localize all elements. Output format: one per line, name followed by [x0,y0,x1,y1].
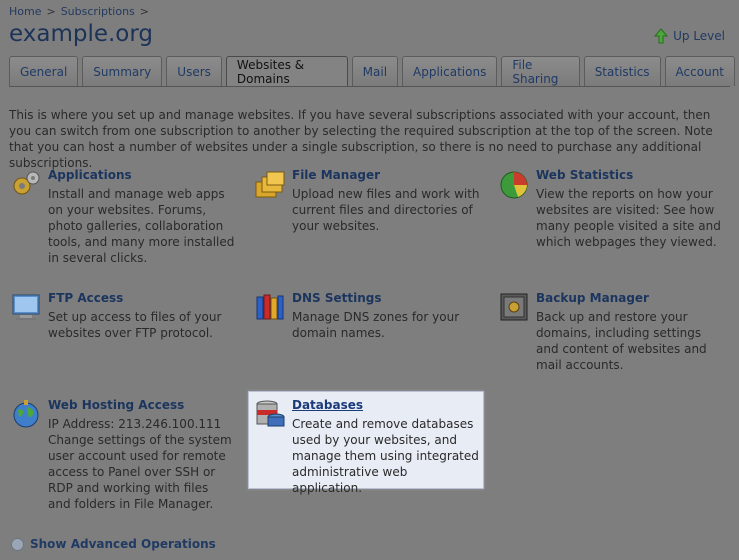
tool-applications[interactable]: Applications Install and manage web apps… [10,168,240,268]
tool-description: Install and manage web apps on your webs… [48,187,235,265]
tool-description: View the reports on how your websites ar… [536,187,721,249]
tool-description: IP Address: 213.246.100.111 Change setti… [48,416,234,512]
tab-file-sharing[interactable]: File Sharing [501,56,580,86]
folders-icon [255,171,285,198]
tool-ftp-access[interactable]: FTP Access Set up access to files of you… [10,291,240,351]
tab-summary[interactable]: Summary [82,56,163,86]
monitor-icon [12,294,40,320]
tool-title: File Manager [292,168,381,182]
tab-applications[interactable]: Applications [402,56,498,86]
breadcrumb-separator: > [139,5,149,18]
pie-chart-icon [500,171,528,199]
tool-title: Applications [48,168,132,182]
tab-websites-domains[interactable]: Websites & Domains [225,56,348,87]
globe-icon [13,400,39,428]
breadcrumb-home[interactable]: Home [9,5,41,18]
tool-description: Upload new files and work with current f… [292,187,480,233]
tool-web-hosting-access[interactable]: Web Hosting Access IP Address: 213.246.1… [10,398,240,518]
tool-databases[interactable]: Databases Create and remove databases us… [254,398,480,495]
breadcrumb-subscriptions[interactable]: Subscriptions [61,5,135,18]
intro-text: This is where you set up and manage webs… [9,108,713,170]
tool-description: Set up access to files of your websites … [48,310,222,340]
tool-title: Backup Manager [536,291,649,305]
up-level-link[interactable]: Up Level [654,28,725,44]
tab-general[interactable]: General [9,56,79,86]
tool-web-statistics[interactable]: Web Statistics View the reports on how y… [498,168,728,258]
tab-divider [9,86,730,87]
tool-title: Web Statistics [536,168,634,182]
tool-description-text: Change settings of the system user accou… [48,433,232,511]
up-level-label: Up Level [673,29,725,43]
page-title: example.org [9,21,154,47]
tool-title: DNS Settings [292,291,382,305]
tab-account[interactable]: Account [664,56,735,86]
tool-file-manager[interactable]: File Manager Upload new files and work w… [254,168,484,248]
database-icon [256,400,285,427]
tool-description: Create and remove databases used by your… [292,417,479,495]
tool-dns-settings[interactable]: DNS Settings Manage DNS zones for your d… [254,291,484,351]
tab-mail[interactable]: Mail [351,56,399,86]
show-advanced-operations-label: Show Advanced Operations [30,537,216,551]
tool-title: Web Hosting Access [48,398,185,412]
tab-statistics[interactable]: Statistics [583,56,661,86]
breadcrumb: Home > Subscriptions > [9,5,154,18]
gears-icon [13,171,40,195]
tab-bar: General Summary Users Websites & Domains… [9,56,739,87]
safe-icon [500,293,528,321]
ip-address: IP Address: 213.246.100.111 [48,417,222,431]
tool-backup-manager[interactable]: Backup Manager Back up and restore your … [498,291,728,381]
tool-title: FTP Access [48,291,124,305]
show-advanced-operations-link[interactable]: Show Advanced Operations [11,537,216,551]
tab-users[interactable]: Users [166,56,222,86]
breadcrumb-separator: > [46,5,56,18]
expand-icon [11,537,24,551]
tool-description: Manage DNS zones for your domain names. [292,310,460,340]
tool-title: Databases [292,398,364,412]
books-icon [256,294,284,320]
tool-description: Back up and restore your domains, includ… [536,310,707,372]
up-arrow-icon [654,28,669,44]
